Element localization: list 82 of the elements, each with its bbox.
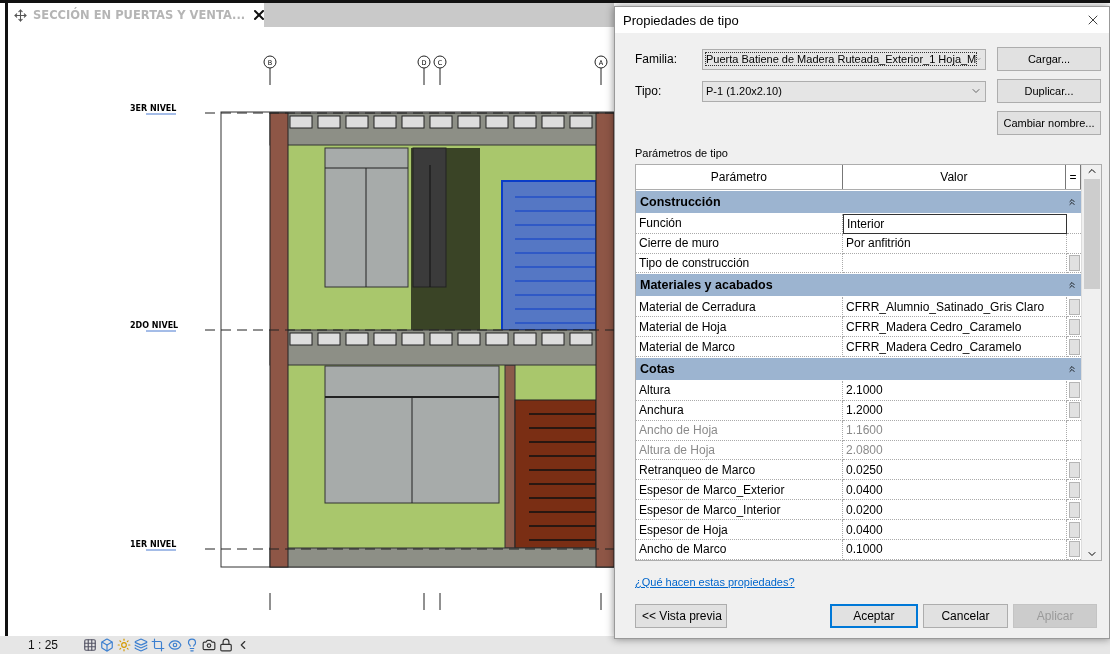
parameter-name: Material de Cerradura bbox=[636, 297, 843, 318]
sun-icon[interactable] bbox=[117, 638, 131, 652]
parameter-name: Altura de Hoja bbox=[636, 440, 843, 461]
grid-line bbox=[600, 592, 602, 611]
parameter-value: 0.0400 bbox=[843, 480, 1067, 501]
parameter-value: 0.0200 bbox=[843, 500, 1067, 521]
parameter-value: 2.0800 bbox=[843, 440, 1067, 461]
parameter-name: Material de Hoja bbox=[636, 317, 843, 338]
field-label: Tipo: bbox=[635, 84, 663, 98]
cube-icon[interactable] bbox=[100, 638, 114, 652]
parameter-name: Altura bbox=[636, 380, 843, 401]
grid-line bbox=[269, 592, 271, 611]
parameter-name: Anchura bbox=[636, 400, 843, 421]
parameter-name: Espesor de Marco_Exterior bbox=[636, 480, 843, 501]
grid-bubble bbox=[433, 55, 447, 86]
parameter-name: Retranqueo de Marco bbox=[636, 460, 843, 481]
column-header[interactable]: Valor bbox=[842, 165, 1067, 189]
crop-icon[interactable] bbox=[151, 638, 165, 652]
view-icon bbox=[14, 8, 27, 22]
parameter-value: 0.1000 bbox=[843, 540, 1067, 560]
field-label: Familia: bbox=[635, 52, 678, 66]
section-label: Parámetros de tipo bbox=[635, 147, 729, 159]
level-label: 1ER NIVEL bbox=[130, 540, 177, 549]
dropdown-field[interactable]: P-1 (1.20x2.10) bbox=[702, 80, 986, 102]
parameter-value: 0.0400 bbox=[843, 520, 1067, 540]
associate-parameter-button[interactable] bbox=[1068, 501, 1080, 518]
parameter-value: Por anfitrión bbox=[843, 233, 1067, 254]
scale-label[interactable]: 1 : 25 bbox=[28, 638, 80, 652]
grid-bubble bbox=[263, 55, 277, 86]
parameter-name: Ancho de Marco bbox=[636, 540, 843, 560]
parameter-name: Material de Marco bbox=[636, 337, 843, 357]
parameter-value: CFRR_Madera Cedro_Caramelo bbox=[843, 317, 1067, 338]
camera-icon[interactable] bbox=[202, 638, 216, 652]
column-header[interactable]: Parámetro bbox=[636, 165, 843, 189]
associate-parameter-button[interactable] bbox=[1068, 481, 1080, 498]
parameter-value: CFRR_Madera Cedro_Caramelo bbox=[843, 337, 1067, 357]
grid-bubble bbox=[417, 55, 431, 86]
associate-parameter-button[interactable] bbox=[1068, 318, 1080, 335]
collapse-icon[interactable] bbox=[1067, 363, 1077, 374]
side-button[interactable]: Cambiar nombre... bbox=[997, 111, 1101, 135]
value-field[interactable]: Interior bbox=[843, 213, 1067, 234]
parameter-value: 2.1000 bbox=[843, 380, 1067, 401]
dialog-button[interactable]: Aceptar bbox=[830, 604, 918, 628]
collapse-icon[interactable] bbox=[1067, 280, 1077, 291]
collapse-icon[interactable] bbox=[1067, 196, 1077, 207]
level-label: 3ER NIVEL bbox=[130, 104, 177, 113]
group-header[interactable]: Materiales y acabados bbox=[636, 274, 1081, 297]
side-button[interactable]: Cargar... bbox=[997, 47, 1101, 71]
parameter-name: Tipo de construcción bbox=[636, 253, 843, 274]
grid-line bbox=[423, 592, 425, 611]
parameter-name: Ancho de Hoja bbox=[636, 420, 843, 441]
associate-parameter-button[interactable] bbox=[1068, 402, 1080, 419]
dialog-button[interactable]: Cancelar bbox=[922, 604, 1009, 628]
associate-parameter-button[interactable] bbox=[1068, 541, 1080, 558]
help-link[interactable]: ¿Qué hacen estas propiedades? bbox=[635, 576, 795, 588]
associate-parameter-button[interactable] bbox=[1068, 521, 1080, 538]
associate-parameter-button[interactable] bbox=[1068, 338, 1080, 355]
preview-button[interactable]: << Vista previa bbox=[635, 604, 727, 628]
side-button[interactable]: Duplicar... bbox=[997, 79, 1101, 103]
dialog-title: Propiedades de tipo bbox=[623, 12, 739, 28]
grid-bubble bbox=[594, 55, 608, 86]
lock-icon[interactable] bbox=[219, 638, 233, 652]
group-header[interactable]: Construcción bbox=[636, 190, 1081, 213]
level-label: 2DO NIVEL bbox=[130, 321, 179, 330]
associate-parameter-button[interactable] bbox=[1068, 382, 1080, 399]
associate-parameter-button[interactable] bbox=[1068, 298, 1080, 315]
parameter-value: 1.1600 bbox=[843, 420, 1067, 441]
scrollbar-thumb[interactable] bbox=[1083, 179, 1100, 289]
parameter-value: 1.2000 bbox=[843, 400, 1067, 421]
dropdown-field[interactable]: Puerta Batiene de Madera Ruteada_Exterior_1 Hoja_M bbox=[702, 48, 986, 70]
group-header[interactable]: Cotas bbox=[636, 358, 1081, 380]
associate-parameter-button[interactable] bbox=[1068, 461, 1080, 478]
parameter-name: Cierre de muro bbox=[636, 233, 843, 254]
parameter-name: Espesor de Hoja bbox=[636, 520, 843, 540]
layers-icon[interactable] bbox=[134, 638, 148, 652]
eye-icon[interactable] bbox=[168, 638, 182, 652]
grid-icon[interactable] bbox=[83, 638, 97, 652]
parameter-value: CFRR_Alumnio_Satinado_Gris Claro bbox=[843, 297, 1067, 318]
grid-line bbox=[439, 592, 441, 611]
parameter-name: Espesor de Marco_Interior bbox=[636, 500, 843, 521]
associate-parameter-button[interactable] bbox=[1068, 255, 1080, 271]
parameter-value: 0.0250 bbox=[843, 460, 1067, 481]
